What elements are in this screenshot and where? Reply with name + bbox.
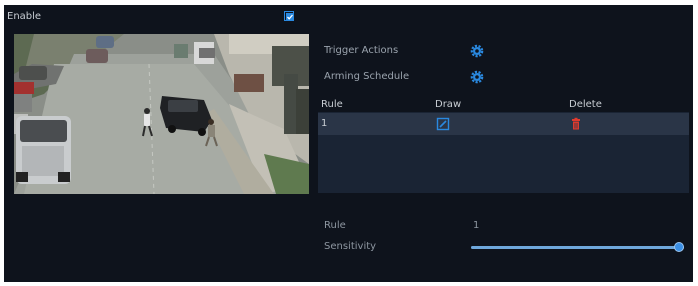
draw-column-header: Draw xyxy=(435,99,462,110)
trash-icon[interactable] xyxy=(569,117,583,131)
rule-label: Rule xyxy=(324,220,346,231)
slider-thumb[interactable] xyxy=(674,242,684,252)
sensitivity-label: Sensitivity xyxy=(324,241,377,252)
camera-image xyxy=(14,34,309,194)
enable-row: Enable xyxy=(4,10,304,26)
arming-schedule-label: Arming Schedule xyxy=(324,71,410,82)
rule-table: Rule Draw Delete 1 xyxy=(318,98,689,193)
sensitivity-slider[interactable] xyxy=(471,241,684,253)
slider-fill xyxy=(471,246,684,249)
table-row[interactable]: 1 xyxy=(318,113,689,135)
rule-value: 1 xyxy=(473,220,480,231)
checkmark-icon xyxy=(286,13,294,21)
enable-label: Enable xyxy=(7,11,42,22)
edit-icon[interactable] xyxy=(436,117,450,131)
rule-number-cell: 1 xyxy=(321,118,328,129)
delete-column-header: Delete xyxy=(569,99,602,110)
trigger-actions-label: Trigger Actions xyxy=(324,45,399,56)
enable-checkbox[interactable] xyxy=(284,11,294,21)
gear-icon[interactable] xyxy=(470,44,484,58)
rule-table-header: Rule Draw Delete xyxy=(318,98,689,112)
camera-preview[interactable] xyxy=(14,34,309,194)
rule-column-header: Rule xyxy=(321,99,343,110)
gear-icon[interactable] xyxy=(470,70,484,84)
